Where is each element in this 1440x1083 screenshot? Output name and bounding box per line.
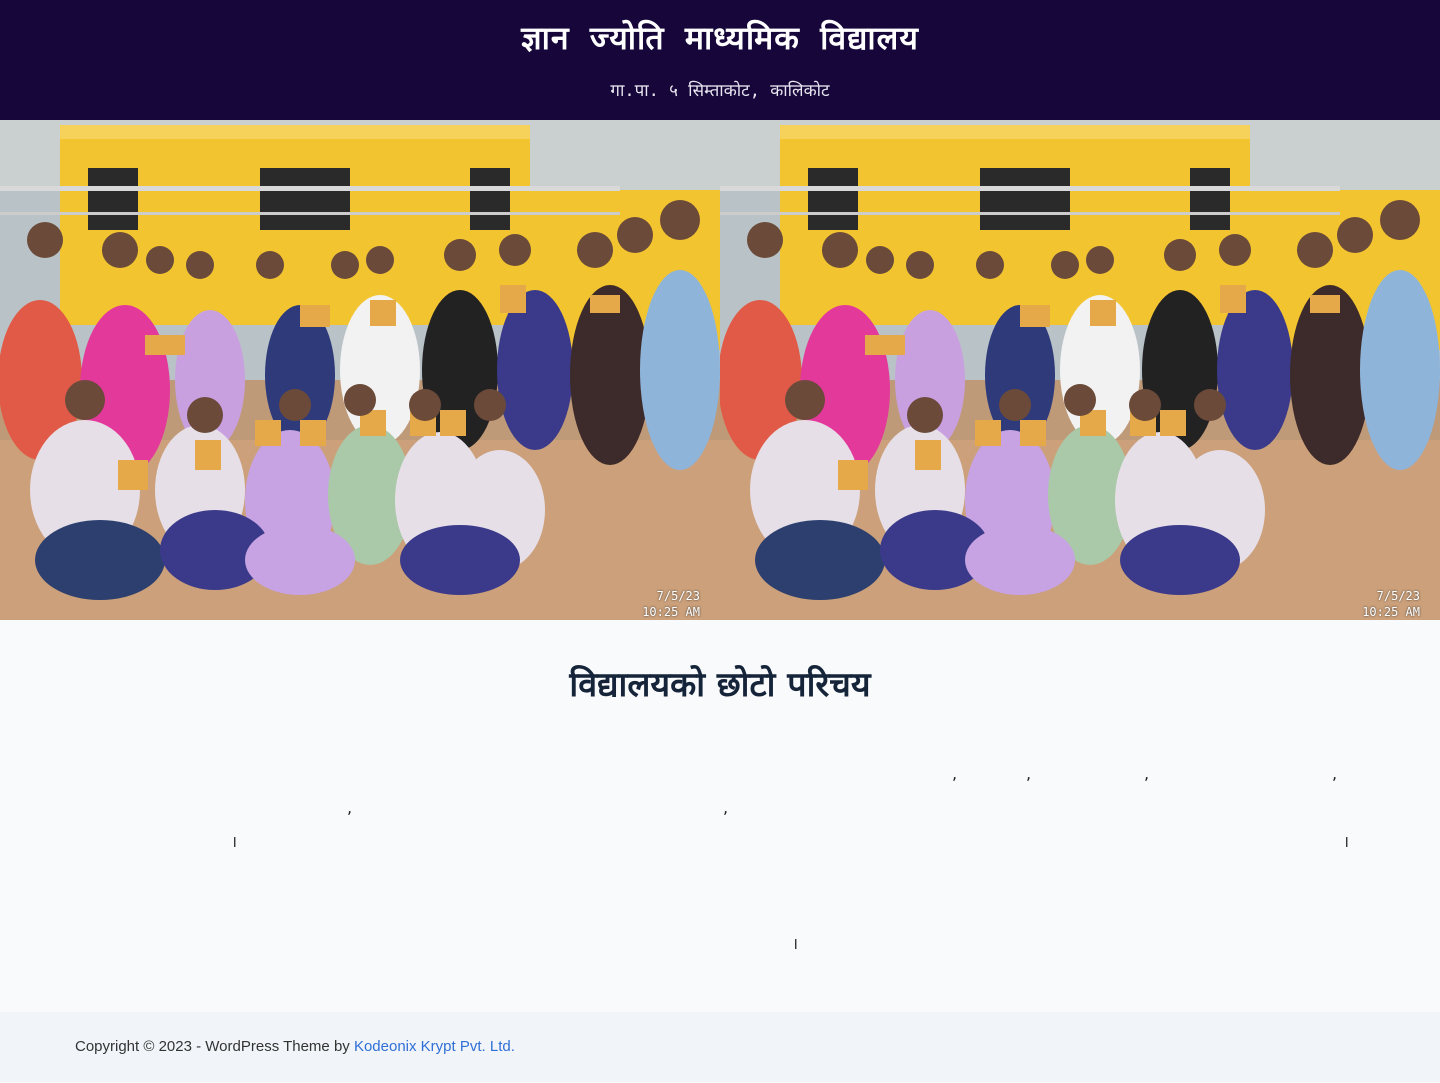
text-punctuation: । [792,934,799,953]
hero-photo-left: 7/5/23 10:25 AM [0,120,720,620]
intro-heading: विद्यालयको छोटो परिचय [569,665,871,705]
photo-time: 10:25 AM [642,605,700,619]
footer-copyright: Copyright © 2023 - WordPress Theme by Ko… [75,1038,515,1055]
photo-timestamp: 7/5/23 10:25 AM [1362,588,1420,620]
theme-author-link[interactable]: Kodeonix Krypt Pvt. Ltd. [354,1038,515,1055]
photo-time: 10:25 AM [1362,605,1420,619]
text-punctuation: , [723,798,729,817]
text-punctuation: , [347,798,353,817]
site-tagline: गा.पा. ५ सिम्ताकोट, कालिकोट [610,81,830,101]
hero-banner: 7/5/23 10:25 AM 7/5/23 10:25 AM [0,120,1440,620]
copyright-text: Copyright © 2023 - WordPress Theme by [75,1038,354,1055]
site-header: ज्ञान ज्योति माध्यमिक विद्यालय गा.पा. ५ … [0,0,1440,120]
photo-date: 7/5/23 [1376,589,1420,603]
site-title[interactable]: ज्ञान ज्योति माध्यमिक विद्यालय [0,16,1440,59]
text-punctuation: , [1144,764,1150,783]
text-punctuation: , [1026,764,1032,783]
text-punctuation: । [231,832,238,851]
photo-date: 7/5/23 [656,589,700,603]
group-photo-image [0,120,720,620]
group-photo-image [720,120,1440,620]
text-punctuation: , [952,764,958,783]
site-footer: Copyright © 2023 - WordPress Theme by Ko… [0,1012,1440,1082]
hero-photo-right: 7/5/23 10:25 AM [720,120,1440,620]
photo-timestamp: 7/5/23 10:25 AM [642,588,700,620]
intro-section: विद्यालयको छोटो परिचय , , , , , , । । । [0,620,1440,1012]
text-punctuation: । [1343,832,1350,851]
text-punctuation: , [1332,764,1338,783]
